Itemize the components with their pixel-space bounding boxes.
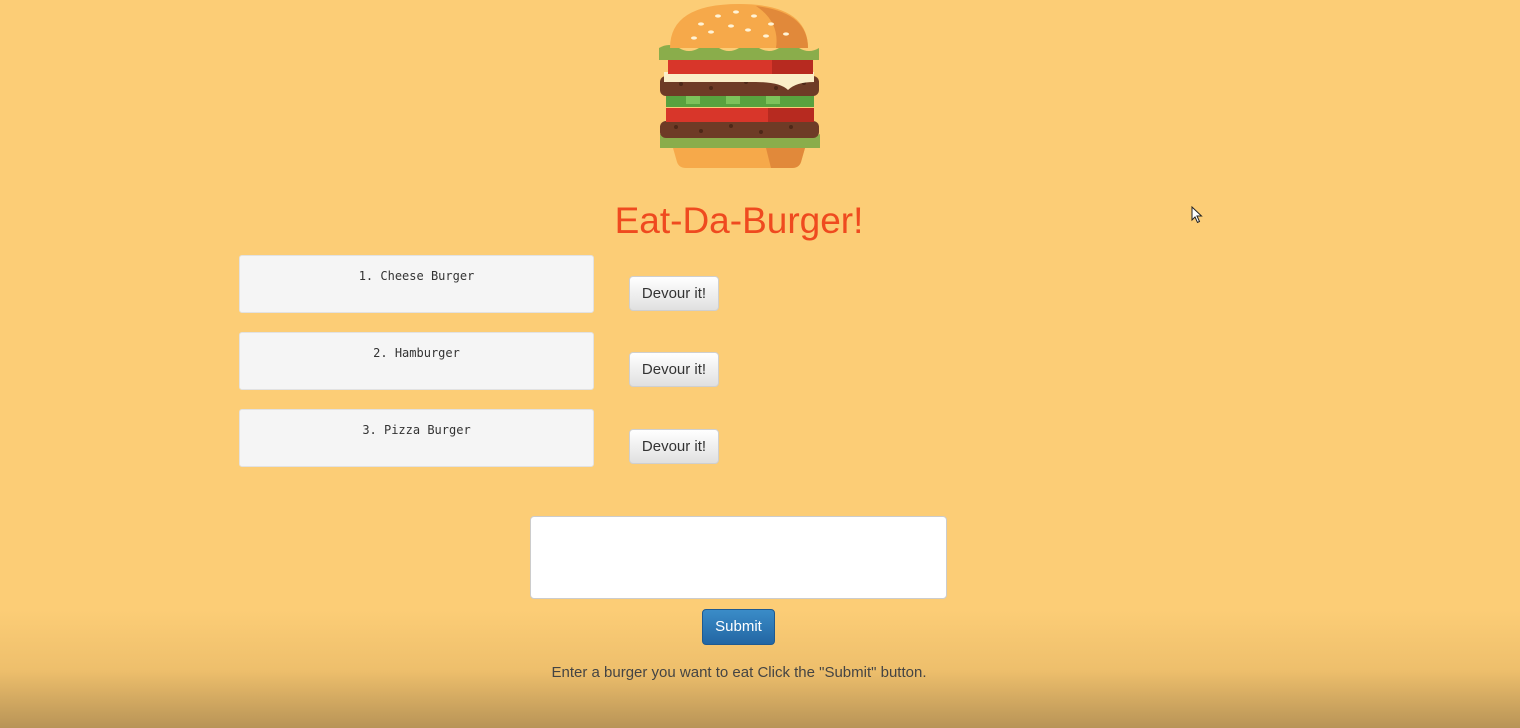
hamburger-icon	[656, 2, 822, 172]
devour-button[interactable]: Devour it!	[629, 352, 719, 387]
submit-button[interactable]: Submit	[702, 609, 775, 645]
page-title: Eat-Da-Burger!	[614, 200, 864, 241]
burger-item: 2. Hamburger	[239, 332, 594, 390]
burger-item: 1. Cheese Burger	[239, 255, 594, 313]
instructions-text: Enter a burger you want to eat Click the…	[551, 664, 927, 681]
burger-item: 3. Pizza Burger	[239, 409, 594, 467]
devour-button[interactable]: Devour it!	[629, 276, 719, 311]
devour-button[interactable]: Devour it!	[629, 429, 719, 464]
burger-name-input[interactable]	[530, 516, 947, 599]
mouse-cursor-icon	[1191, 205, 1203, 224]
